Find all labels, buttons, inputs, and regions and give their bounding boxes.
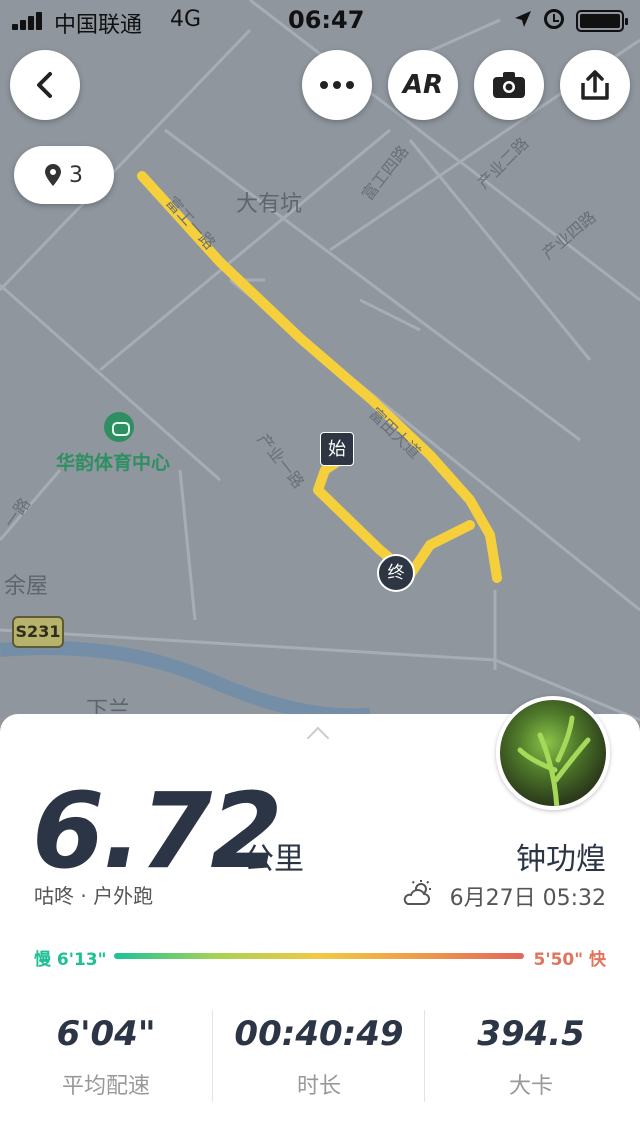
pin-count: 3 (69, 162, 83, 188)
status-bar: 中国联通 4G 06:47 (0, 0, 640, 40)
map-place-label: 余屋 (4, 574, 49, 599)
status-time: 06:47 (288, 6, 365, 34)
poi-label[interactable]: 华韵体育中心 (56, 448, 170, 475)
distance-unit: 公里 (244, 842, 304, 877)
stat-label: 大卡 (508, 1074, 553, 1099)
map-pin-count-button[interactable]: 3 (14, 146, 114, 204)
stat-label: 平均配速 (61, 1074, 150, 1099)
username[interactable]: 钟功煌 (516, 834, 606, 878)
camera-icon (493, 72, 525, 98)
stat-value: 00:40:49 (234, 1014, 404, 1054)
battery-icon (576, 10, 628, 32)
run-datetime: 6月27日 05:32 (449, 886, 606, 911)
highway-badge: S231 (12, 616, 64, 648)
share-button[interactable] (560, 50, 630, 120)
signal-icon (12, 12, 48, 30)
pace-gradient-bar (114, 953, 524, 959)
map-place-label: 大有坑 (236, 192, 303, 217)
end-marker[interactable]: 终 (377, 554, 415, 592)
back-button[interactable] (10, 50, 80, 120)
location-arrow-icon (515, 11, 531, 27)
carrier-name: 中国联通 (54, 13, 143, 38)
chevron-left-icon (37, 72, 52, 98)
stat-label: 时长 (296, 1074, 341, 1099)
ar-button[interactable]: AR (388, 50, 458, 120)
stat-duration: 00:40:49 时长 (213, 1014, 425, 1100)
stat-calories: 394.5 大卡 (425, 1014, 637, 1100)
chevron-up-icon[interactable] (306, 726, 330, 750)
weather-cloud-sun-icon (403, 880, 431, 905)
start-marker[interactable]: 始 (320, 432, 354, 466)
stat-avg-pace: 6'04" 平均配速 (0, 1014, 212, 1100)
pace-slow-label: 慢 6'13" (34, 950, 107, 970)
ar-label: AR (402, 70, 444, 100)
map-pin-icon (45, 164, 61, 186)
more-button[interactable] (302, 50, 372, 120)
alarm-icon (544, 9, 564, 29)
stadium-icon (104, 412, 134, 442)
more-dots-icon (320, 81, 354, 89)
share-icon (581, 70, 609, 100)
camera-button[interactable] (474, 50, 544, 120)
network-type: 4G (170, 7, 202, 32)
avatar[interactable] (496, 696, 610, 810)
stat-value: 394.5 (477, 1014, 585, 1054)
sport-type: 咕咚 · 户外跑 (34, 884, 154, 908)
stat-value: 6'04" (56, 1014, 156, 1054)
pace-fast-label: 5'50" 快 (533, 950, 606, 970)
